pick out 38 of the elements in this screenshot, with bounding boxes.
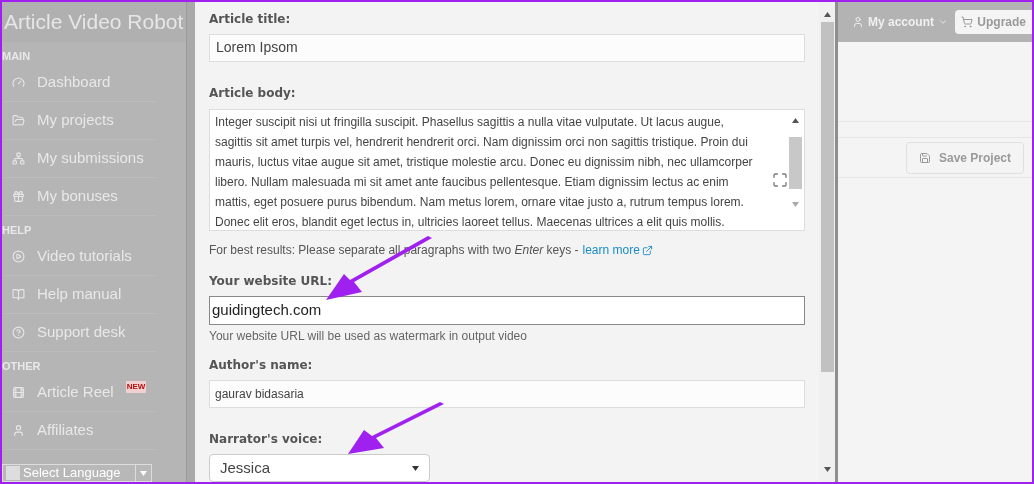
save-icon [918,151,931,164]
scroll-up-icon[interactable] [823,12,831,17]
dropdown-icon[interactable] [412,465,419,471]
field-label: Article title: [209,11,291,28]
help-icon [12,326,25,339]
gift-icon [12,190,25,203]
field-label: Article body: [209,85,296,103]
save-project-button[interactable]: Save Project [905,141,1024,174]
author-input[interactable]: gaurav bidasaria [209,380,805,408]
scrollbar-thumb[interactable] [820,22,834,372]
external-link-icon[interactable] [641,244,653,256]
body-textarea[interactable]: Integer suscipit nisi ut fringilla suscipit. Phasellus sagittis a nulla vitae vulputate. Ut lacus augue, sagittis sit amet turpis vel, hendrerit hendrerit orci. Nam dignissim orci non sagittis tristique. Proin dui mauris, luctus vitae augue sit amet, tristique molestie arcu. Donec eu dignissim nibh, nec ullamcorper libero. Nullam malesuada mi sit amet ante faucibus pellentesque. Etiam dignissim lectus ac enim mattis, eget posuere purus bibendum. Nam metus lorem, ornare vitae justo a, rutrum tempus lorem. Donec elit eros, blandit eget lectus in, ultricies laoreet tellus. Maecenas ultrices a elit quis mollis. [209,109,805,232]
scroll-up-icon[interactable] [791,118,799,124]
upgrade-button[interactable]: Upgrade [955,10,1032,34]
user-icon [852,16,864,28]
scroll-down-icon[interactable] [823,467,831,472]
folder-icon [12,114,25,127]
scrollbar-thumb[interactable] [788,136,802,189]
user-icon [12,424,25,437]
field-label: Narrator's voice: [209,431,323,449]
field-label: Author's name: [209,357,313,375]
caret-icon [938,17,948,27]
play-icon [12,250,25,263]
field-label: Your website URL: [209,273,333,291]
account-menu[interactable]: My account [852,13,948,31]
url-help-text: Your website URL will be used as watermark in output video [209,327,527,345]
expand-icon[interactable] [772,172,788,189]
voice-select[interactable]: Jessica [209,454,430,482]
title-input[interactable]: Lorem Ipsom [209,34,805,62]
new-label: NEW [125,380,147,393]
learn-more-link[interactable]: learn more [582,241,640,260]
book-icon [12,288,25,301]
cart-icon [961,16,974,28]
film-icon [12,386,25,399]
language-selector[interactable]: Select Language [2,464,152,482]
url-input[interactable]: guidingtech.com [209,296,805,325]
sitemap-icon [12,152,25,165]
gauge-icon [12,76,25,89]
